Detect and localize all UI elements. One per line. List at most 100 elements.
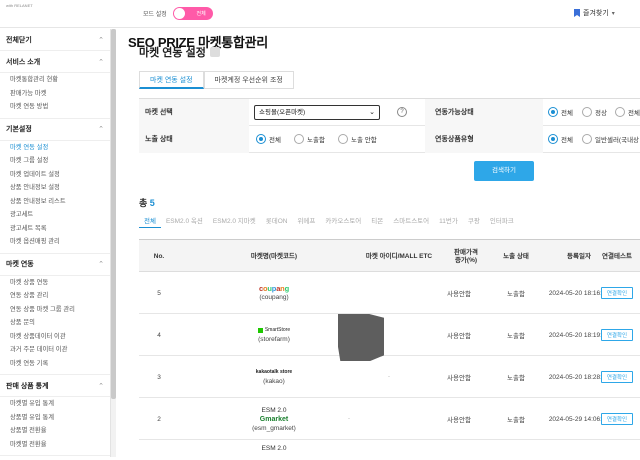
market-tab[interactable]: 11번가: [434, 213, 463, 228]
sidebar-item[interactable]: 마켓 연동 방법: [0, 100, 110, 114]
sidebar-item[interactable]: 상품별 전환율: [0, 424, 110, 438]
market-tab[interactable]: 인터파크: [485, 213, 519, 228]
market-tab[interactable]: 쿠팡: [463, 213, 485, 228]
sidebar-item[interactable]: 마켓별 유입 통계: [0, 397, 110, 411]
table-row: 5 coupang (coupang) 사용안함 노출함 2024-05-20 …: [139, 272, 640, 314]
toggle-knob: [173, 8, 185, 19]
radio-label: 전체: [561, 110, 573, 117]
connection-test-button[interactable]: 연결확인: [600, 287, 634, 299]
sidebar: 전체닫기 ⌃ 서비스 소개 ⌃ 마켓통합관리 현황 판매가능 마켓 마켓 연동 …: [0, 29, 111, 457]
radio-icon: [338, 134, 348, 144]
col-market-name: 마켓명(마켓코드): [250, 252, 298, 260]
market-select[interactable]: 쇼핑몰(오픈마켓) ⌄: [254, 105, 380, 120]
exposure-hidden[interactable]: 노출 안함: [338, 134, 377, 144]
sidebar-item[interactable]: 마켓 그룹 설정: [0, 154, 110, 168]
sidebar-section-header[interactable]: 마켓 연동 ⌃: [0, 254, 110, 276]
chevron-up-icon: ⌃: [98, 58, 104, 66]
sidebar-item[interactable]: 마켓별 전환율: [0, 438, 110, 452]
connection-test-button[interactable]: 연결확인: [600, 413, 634, 425]
sidebar-section-stats: 판매 상품 통계 ⌃ 마켓별 유입 통계 상품별 유입 통계 상품별 전환율 마…: [0, 375, 110, 456]
radio-label: 정상: [595, 110, 607, 117]
mode-setting: 모드 설정 전체: [143, 7, 213, 20]
scrollbar-thumb[interactable]: [111, 29, 116, 399]
sidebar-item[interactable]: 마켓 연동 기록: [0, 357, 110, 371]
row-no: 4: [157, 331, 161, 339]
connection-test-cell: 연결확인: [587, 356, 640, 398]
app-logo[interactable]: SEO PRIZE 마켓통합관리 with RELANET: [6, 3, 268, 50]
market-cell: ESM 2.0 Gmarket (esm_gmarket): [199, 398, 349, 440]
market-code: (storefarm): [258, 336, 290, 343]
radio-icon: [615, 107, 625, 117]
market-cell: coupang (coupang): [199, 272, 349, 314]
market-tab[interactable]: 스마트스토어: [388, 213, 434, 228]
connection-test-button[interactable]: 연결확인: [600, 371, 634, 383]
sidebar-scrollbar[interactable]: [111, 29, 116, 457]
market-tab[interactable]: 티몬: [366, 213, 388, 228]
radio-label: 전체: [561, 137, 573, 144]
search-button[interactable]: 검색하기: [474, 161, 534, 181]
market-tab[interactable]: 전체: [139, 213, 161, 228]
market-code: (esm_gmarket): [252, 424, 296, 432]
radio-label: 일반셀러(국내상: [595, 137, 640, 144]
market-tab[interactable]: ESM2.0 옥션: [161, 213, 208, 228]
sidebar-item-market-link-settings[interactable]: 마켓 연동 설정: [0, 141, 110, 155]
radio-label: 전체: [628, 110, 640, 117]
chevron-up-icon: ⌃: [98, 261, 104, 268]
tab-account-priority[interactable]: 마켓계정 우선순위 조정: [203, 71, 294, 89]
sidebar-item[interactable]: 연동 상품 마켓 그룹 관리: [0, 303, 110, 317]
link-status-all[interactable]: 전체: [548, 107, 573, 117]
top-bar: SEO PRIZE 마켓통합관리 with RELANET 모드 설정 전체 즐…: [0, 0, 640, 50]
main-content: 마켓 연동 설정 마켓 연동 설정 마켓계정 우선순위 조정 마켓 선택 쇼핑몰…: [122, 29, 640, 457]
sidebar-section-header[interactable]: 서비스 소개 ⌃: [0, 51, 110, 73]
table-header: No. 마켓명(마켓코드) 마켓 아이디/MALL ETC 판매가격 증가(%)…: [139, 239, 640, 272]
sidebar-section-header[interactable]: 기본설정 ⌃: [0, 119, 110, 141]
coupang-logo: coupang: [259, 284, 289, 293]
sidebar-item[interactable]: 상품 안내정보 리스트: [0, 195, 110, 209]
market-tab[interactable]: ESM2.0 지마켓: [208, 213, 261, 228]
product-type-general[interactable]: 일반셀러(국내상: [582, 134, 639, 144]
market-tab[interactable]: 카카오스토어: [320, 213, 366, 228]
section-title: 마켓 연동: [6, 261, 34, 268]
sidebar-section-service: 서비스 소개 ⌃ 마켓통합관리 현황 판매가능 마켓 마켓 연동 방법: [0, 51, 110, 119]
sidebar-item[interactable]: 판매가능 마켓: [0, 87, 110, 101]
sidebar-item[interactable]: 상품 문의: [0, 316, 110, 330]
sidebar-item[interactable]: 마켓 상품데이터 이관: [0, 330, 110, 344]
connection-test-button[interactable]: 연결확인: [600, 329, 634, 341]
product-type-label: 연동상품유형: [435, 136, 474, 143]
sidebar-item[interactable]: 상품별 유입 통계: [0, 411, 110, 425]
sidebar-item[interactable]: 마켓 상품 연동: [0, 276, 110, 290]
product-type-all[interactable]: 전체: [548, 134, 573, 144]
total-count: 총 5: [139, 196, 155, 209]
sidebar-item[interactable]: 광고세트: [0, 208, 110, 222]
tab-market-link-settings[interactable]: 마켓 연동 설정: [139, 71, 204, 89]
col-no: No.: [153, 252, 165, 260]
exposure-shown[interactable]: 노출함: [294, 134, 325, 144]
market-tab[interactable]: 위메프: [292, 213, 320, 228]
market-select-value: 쇼핑몰(오픈마켓): [259, 109, 306, 116]
help-icon[interactable]: [209, 47, 220, 57]
sidebar-item[interactable]: 마켓 옵션매핑 관리: [0, 235, 110, 249]
logo-subtitle: with RELANET: [6, 3, 33, 8]
sidebar-item[interactable]: 상품 안내정보 설정: [0, 181, 110, 195]
row-dot: ·: [348, 416, 350, 422]
link-status-label: 연동가능상태: [435, 109, 474, 116]
mode-toggle[interactable]: 전체: [172, 7, 213, 20]
sidebar-item[interactable]: 연동 상품 관리: [0, 289, 110, 303]
market-tab[interactable]: 롯데ON: [261, 213, 293, 228]
help-question-icon[interactable]: ?: [397, 107, 407, 117]
sidebar-item[interactable]: 마켓통합관리 현황: [0, 73, 110, 87]
link-status-normal[interactable]: 정상: [582, 107, 607, 117]
sidebar-item[interactable]: 과거 주문 데이터 이관: [0, 343, 110, 357]
exposure-all[interactable]: 전체: [256, 134, 281, 144]
sidebar-section-header[interactable]: 판매 상품 통계 ⌃: [0, 375, 110, 397]
price-increase: 사용안함: [447, 333, 471, 340]
sidebar-item[interactable]: 광고세트 목록: [0, 222, 110, 236]
radio-icon: [256, 134, 266, 144]
favorites-button[interactable]: 즐겨찾기 ▾: [574, 8, 615, 18]
link-status-other[interactable]: 전체: [615, 107, 640, 117]
market-cell: kakaotalk store (kakao): [199, 356, 349, 398]
market-cell: ESM 2.0: [199, 440, 349, 457]
sidebar-section-market-link: 마켓 연동 ⌃ 마켓 상품 연동 연동 상품 관리 연동 상품 마켓 그룹 관리…: [0, 254, 110, 375]
sidebar-collapse-all[interactable]: 전체닫기 ⌃: [0, 29, 110, 51]
sidebar-item[interactable]: 마켓 업데이트 설정: [0, 168, 110, 182]
